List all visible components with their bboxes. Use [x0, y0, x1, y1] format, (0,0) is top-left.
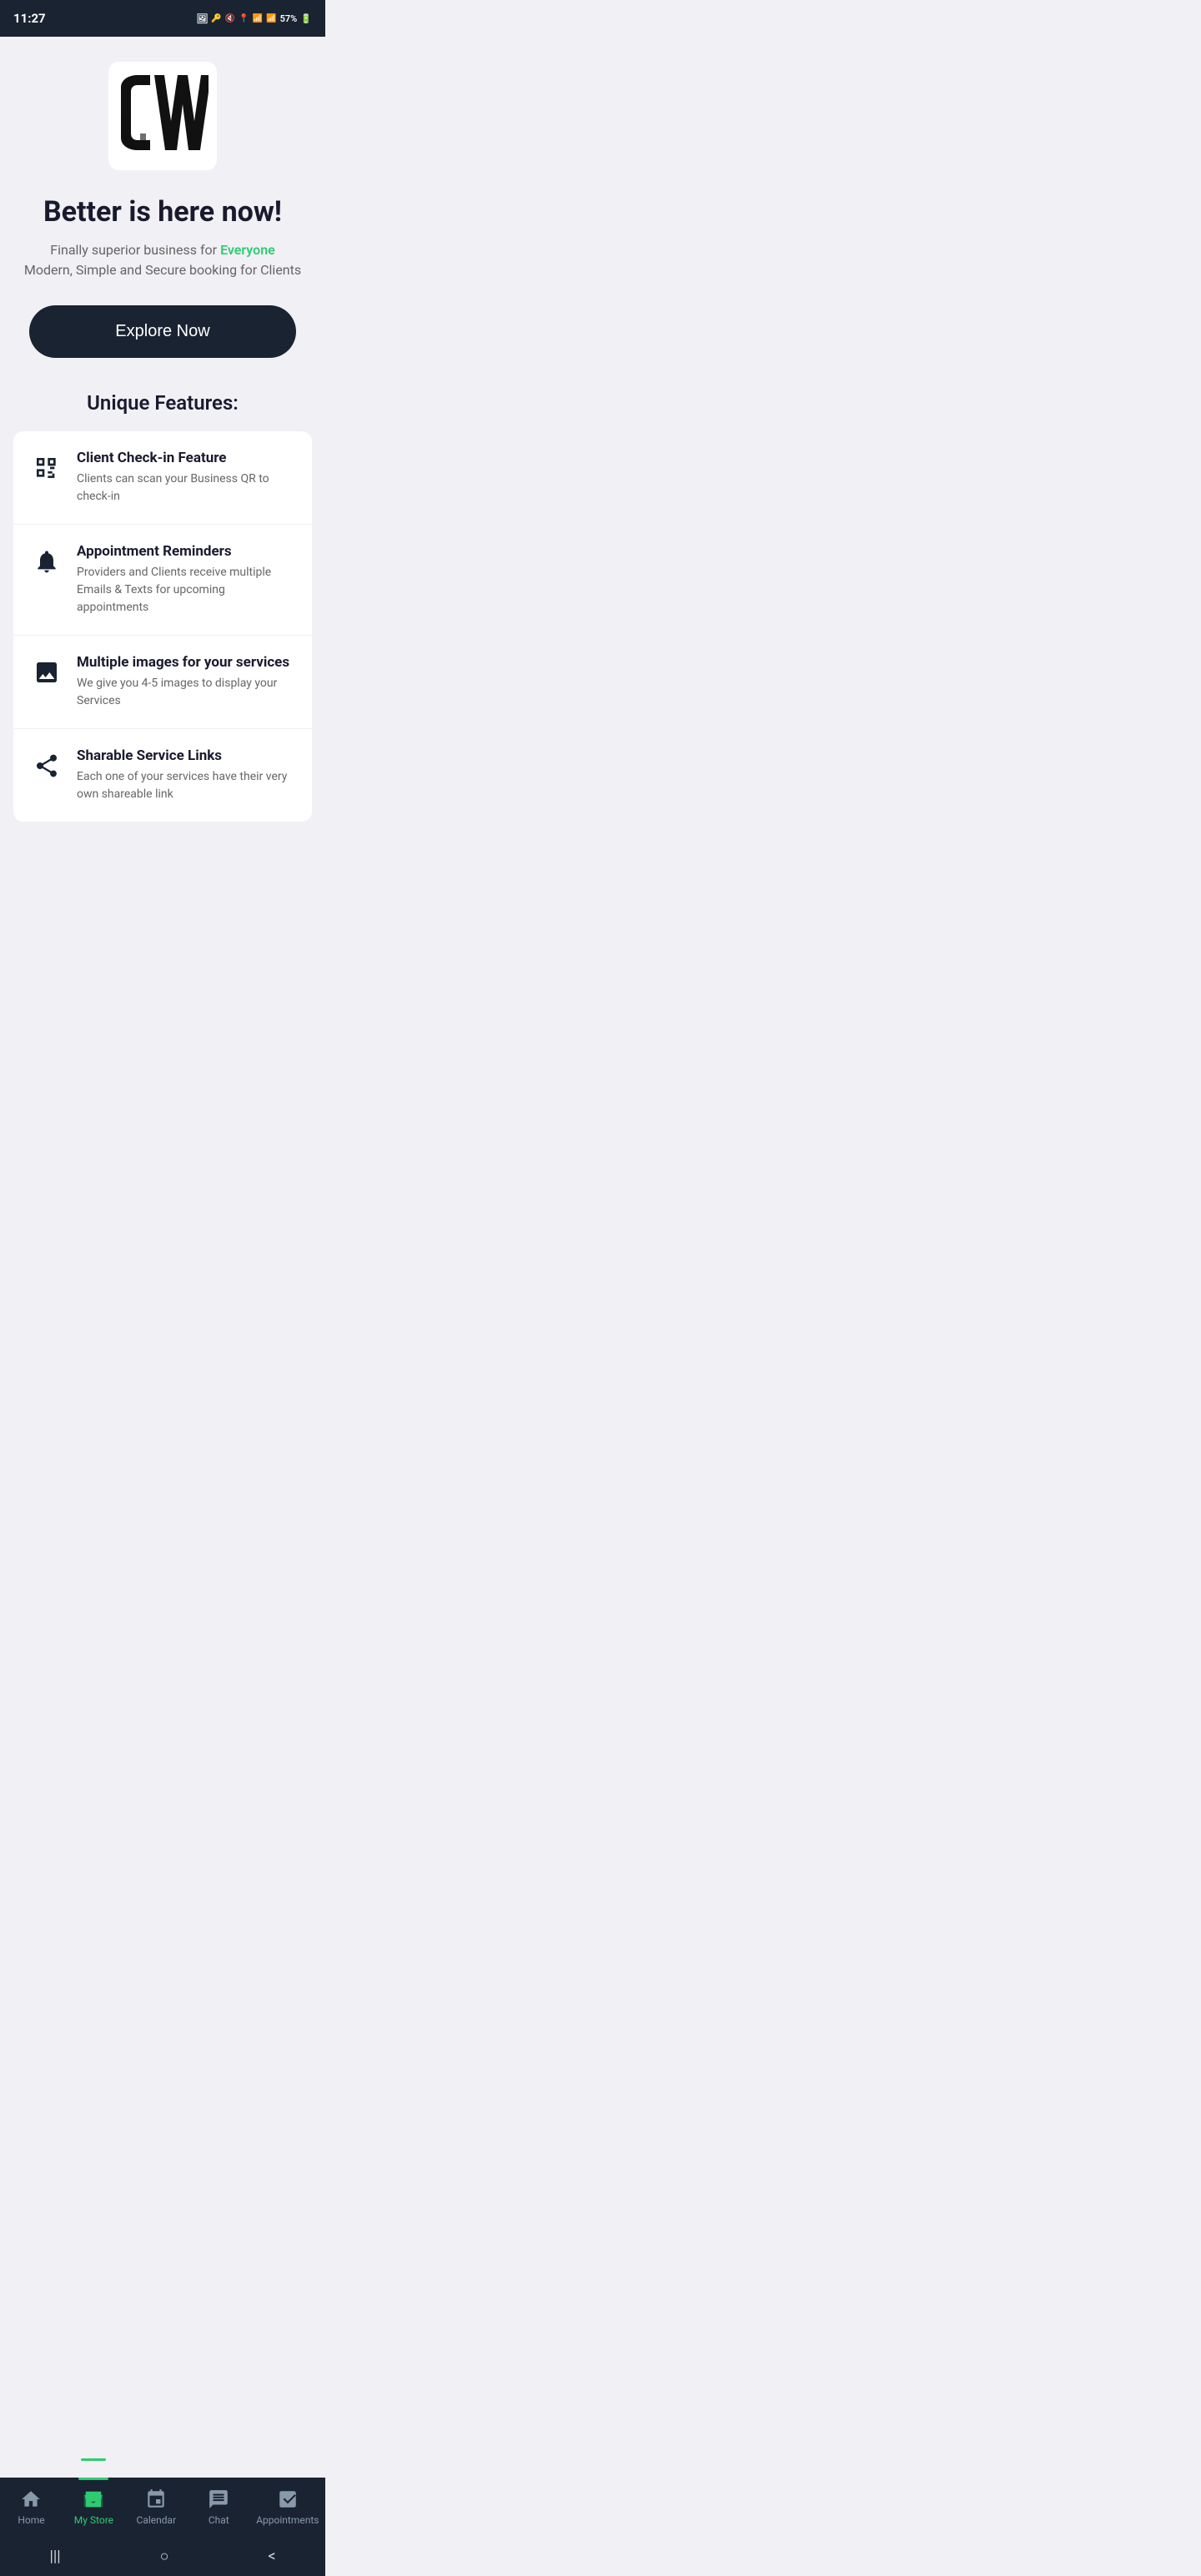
status-icons: 🖼 🔑 🔇 📍 📶 📶 57% 🔋	[196, 13, 312, 24]
mute-icon: 🔇	[225, 14, 235, 23]
app-logo	[117, 75, 209, 158]
status-time: 11:27	[13, 11, 46, 26]
logo-container	[108, 62, 217, 170]
gallery-icon: 🖼	[196, 13, 208, 24]
hero-section: Better is here now! Finally superior bus…	[24, 195, 301, 280]
feature-title-reminders: Appointment Reminders	[77, 543, 295, 560]
hero-subtitle-plain: Finally superior business for	[50, 242, 220, 258]
wifi-icon: 📶	[253, 14, 263, 23]
feature-desc-checkin: Clients can scan your Business QR to che…	[77, 470, 295, 506]
battery-text: 57%	[280, 13, 298, 24]
hero-title: Better is here now!	[24, 195, 301, 229]
feature-item-reminders: Appointment Reminders Providers and Clie…	[13, 525, 312, 636]
share-icon	[30, 749, 63, 782]
battery-icon: 🔋	[300, 13, 312, 24]
feature-text-images: Multiple images for your services We giv…	[77, 654, 295, 710]
image-icon	[30, 656, 63, 689]
hero-subtitle: Finally superior business for Everyone M…	[24, 240, 301, 280]
phone-wrapper: 11:27 🖼 🔑 🔇 📍 📶 📶 57% 🔋	[0, 0, 325, 922]
hero-subtitle-line2: Modern, Simple and Secure booking for Cl…	[24, 262, 301, 278]
location-icon: 📍	[239, 14, 249, 23]
qr-code-icon	[30, 451, 63, 485]
features-list: Client Check-in Feature Clients can scan…	[13, 431, 312, 822]
feature-desc-images: We give you 4-5 images to display your S…	[77, 675, 295, 710]
hero-subtitle-highlight: Everyone	[220, 242, 275, 258]
feature-title-images: Multiple images for your services	[77, 654, 295, 671]
feature-desc-share: Each one of your services have their ver…	[77, 768, 295, 803]
explore-now-button[interactable]: Explore Now	[29, 305, 296, 358]
signal-icon: 📶	[266, 14, 276, 23]
feature-item-images: Multiple images for your services We giv…	[13, 636, 312, 729]
feature-text-share: Sharable Service Links Each one of your …	[77, 747, 295, 803]
key-icon: 🔑	[211, 14, 221, 23]
feature-text-checkin: Client Check-in Feature Clients can scan…	[77, 450, 295, 506]
status-bar: 11:27 🖼 🔑 🔇 📍 📶 📶 57% 🔋	[0, 0, 325, 37]
feature-item-share: Sharable Service Links Each one of your …	[13, 729, 312, 822]
feature-title-share: Sharable Service Links	[77, 747, 295, 764]
features-heading: Unique Features:	[87, 391, 239, 415]
feature-text-reminders: Appointment Reminders Providers and Clie…	[77, 543, 295, 616]
bell-icon	[30, 545, 63, 578]
feature-item-checkin: Client Check-in Feature Clients can scan…	[13, 431, 312, 525]
main-content: Better is here now! Finally superior bus…	[0, 37, 325, 922]
feature-desc-reminders: Providers and Clients receive multiple E…	[77, 564, 295, 616]
feature-title-checkin: Client Check-in Feature	[77, 450, 295, 466]
